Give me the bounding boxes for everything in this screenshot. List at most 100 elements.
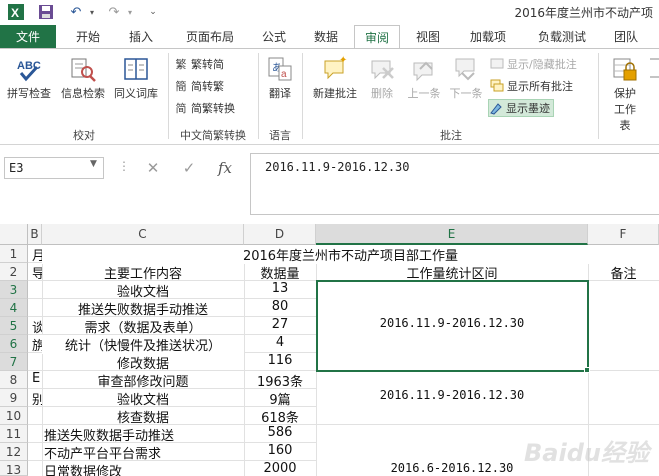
redo-dropdown-icon[interactable]: ▾: [124, 2, 136, 22]
row-header[interactable]: 12: [0, 443, 28, 461]
cell-c8[interactable]: 审查部修改问题: [42, 371, 244, 390]
cancel-icon[interactable]: ✕: [142, 157, 164, 179]
cell-d6[interactable]: 4: [244, 335, 316, 350]
tab-insert[interactable]: 插入: [116, 25, 166, 49]
tab-view[interactable]: 视图: [404, 25, 452, 49]
cell-c13[interactable]: 日常数据修改: [44, 461, 244, 476]
tab-home[interactable]: 开始: [62, 25, 114, 49]
cell-c4[interactable]: 推送失败数据手动推送: [42, 299, 244, 318]
spelling-button[interactable]: ABC 拼写检查: [4, 55, 54, 101]
row-header[interactable]: 11: [0, 425, 28, 443]
simp-to-trad-button[interactable]: 簡 简转繁: [174, 77, 225, 95]
column-header-d[interactable]: D: [244, 224, 316, 245]
tab-file[interactable]: 文件: [0, 25, 56, 49]
cell-d5[interactable]: 27: [244, 317, 316, 332]
formula-bar-splitter[interactable]: ⋮: [118, 159, 130, 173]
tab-formulas[interactable]: 公式: [250, 25, 298, 49]
thesaurus-button[interactable]: 同义词库: [110, 55, 162, 101]
cell-b1[interactable]: 月: [32, 245, 42, 264]
tab-team[interactable]: 团队: [604, 25, 648, 49]
protect-workbook-button[interactable]: [650, 55, 659, 85]
select-all-corner[interactable]: [0, 224, 28, 245]
tab-page-layout[interactable]: 页面布局: [172, 25, 248, 49]
header-cell-c2[interactable]: 主要工作内容: [42, 263, 244, 282]
protect-sheet-button[interactable]: 保护工作表: [604, 55, 646, 133]
column-header-f[interactable]: F: [588, 224, 659, 245]
spelling-icon: ABC: [15, 55, 43, 83]
cell-d10[interactable]: 618条: [244, 407, 316, 426]
cell-c12[interactable]: 不动产平台平台需求: [44, 443, 244, 462]
row-header[interactable]: 3: [0, 281, 28, 299]
row-header[interactable]: 6: [0, 335, 28, 353]
tab-review[interactable]: 审阅: [354, 25, 400, 50]
cell-d4[interactable]: 80: [244, 299, 316, 314]
row-header[interactable]: 2: [0, 263, 28, 281]
row-header[interactable]: 9: [0, 389, 28, 407]
formula-input[interactable]: 2016.11.9-2016.12.30: [250, 153, 659, 215]
customize-qat-icon[interactable]: ⌄: [146, 2, 160, 22]
undo-icon[interactable]: ↶: [66, 2, 86, 22]
header-cell-d2[interactable]: 数据量: [244, 263, 316, 282]
translate-button[interactable]: あa 翻译: [262, 55, 298, 101]
cell-d13[interactable]: 2000: [244, 461, 316, 476]
cell-b8[interactable]: E: [32, 371, 42, 386]
header-cell-f2[interactable]: 备注: [588, 263, 659, 282]
column-header-c[interactable]: C: [42, 224, 244, 245]
show-all-comments-button[interactable]: 显示所有批注: [490, 77, 573, 95]
cell-c10[interactable]: 核查数据: [42, 407, 244, 426]
show-hide-comment-icon: [490, 57, 504, 71]
fill-handle[interactable]: [584, 367, 590, 373]
delete-comment-button[interactable]: 删除: [364, 55, 400, 101]
translate-icon: あa: [266, 55, 294, 83]
trad-to-simp-button[interactable]: 繁 繁转简: [174, 55, 225, 73]
tab-addins[interactable]: 加载项: [456, 25, 520, 49]
save-icon[interactable]: [36, 2, 56, 22]
show-ink-button[interactable]: 显示墨迹: [488, 99, 554, 117]
sheet-title-cell[interactable]: 2016年度兰州市不动产项目部工作量: [42, 245, 659, 264]
previous-comment-button[interactable]: 上一条: [404, 55, 444, 101]
cell-c6[interactable]: 统计（快慢件及推送状况）: [42, 335, 244, 354]
row-header[interactable]: 5: [0, 317, 28, 335]
next-comment-button[interactable]: 下一条: [446, 55, 486, 101]
row-header[interactable]: 8: [0, 371, 28, 389]
row-header[interactable]: 10: [0, 407, 28, 425]
name-box[interactable]: E3: [4, 157, 104, 179]
cell-c5[interactable]: 需求（数据及表单）: [42, 317, 244, 336]
show-hide-comment-button[interactable]: 显示/隐藏批注: [490, 55, 577, 73]
cell-d12[interactable]: 160: [244, 443, 316, 458]
row-header[interactable]: 7: [0, 353, 28, 371]
cell-d9[interactable]: 9篇: [244, 389, 316, 408]
cell-d11[interactable]: 586: [244, 425, 316, 440]
cell-d7[interactable]: 116: [244, 353, 316, 368]
cell-b2[interactable]: 导: [32, 263, 42, 282]
cell-b6[interactable]: 旃: [32, 335, 42, 354]
insert-function-icon[interactable]: fx: [214, 157, 236, 179]
row-header[interactable]: 4: [0, 299, 28, 317]
column-header-e[interactable]: E: [316, 224, 588, 245]
undo-dropdown-icon[interactable]: ▾: [86, 2, 98, 22]
column-header-b[interactable]: B: [28, 224, 42, 245]
tab-data[interactable]: 数据: [302, 25, 350, 49]
cell-c11[interactable]: 推送失败数据手动推送: [44, 425, 244, 444]
tab-load-test[interactable]: 负载测试: [524, 25, 600, 49]
cell-b5[interactable]: 谈: [32, 317, 42, 336]
cell-d8[interactable]: 1963条: [244, 371, 316, 390]
cell-c9[interactable]: 验收文档: [42, 389, 244, 408]
cell-b9[interactable]: 别: [32, 389, 42, 408]
new-comment-button[interactable]: ✦ 新建批注: [308, 55, 362, 101]
new-comment-label: 新建批注: [313, 87, 357, 100]
cell-c7[interactable]: 修改数据: [42, 353, 244, 372]
cell-d3[interactable]: 13: [244, 281, 316, 296]
cell-e8-merged[interactable]: 2016.11.9-2016.12.30: [316, 388, 588, 402]
row-header[interactable]: 1: [0, 245, 28, 263]
cell-c3[interactable]: 验收文档: [42, 281, 244, 300]
ribbon: ABC 拼写检查 信息检索 同义词库 校对 繁 繁转简 簡 简转繁 简 简繁转换…: [0, 49, 659, 145]
redo-icon[interactable]: ↷: [104, 2, 124, 22]
row-header[interactable]: 13: [0, 461, 28, 476]
name-box-dropdown-icon[interactable]: ▼: [90, 159, 97, 169]
chinese-convert-button[interactable]: 简 简繁转换: [174, 99, 236, 117]
research-button[interactable]: 信息检索: [58, 55, 108, 101]
enter-icon[interactable]: ✓: [178, 157, 200, 179]
spreadsheet-grid: B C D E F 1 2 3 4 5 6 7 8 9 10 11 12 13 …: [0, 224, 659, 476]
research-label: 信息检索: [61, 87, 105, 100]
